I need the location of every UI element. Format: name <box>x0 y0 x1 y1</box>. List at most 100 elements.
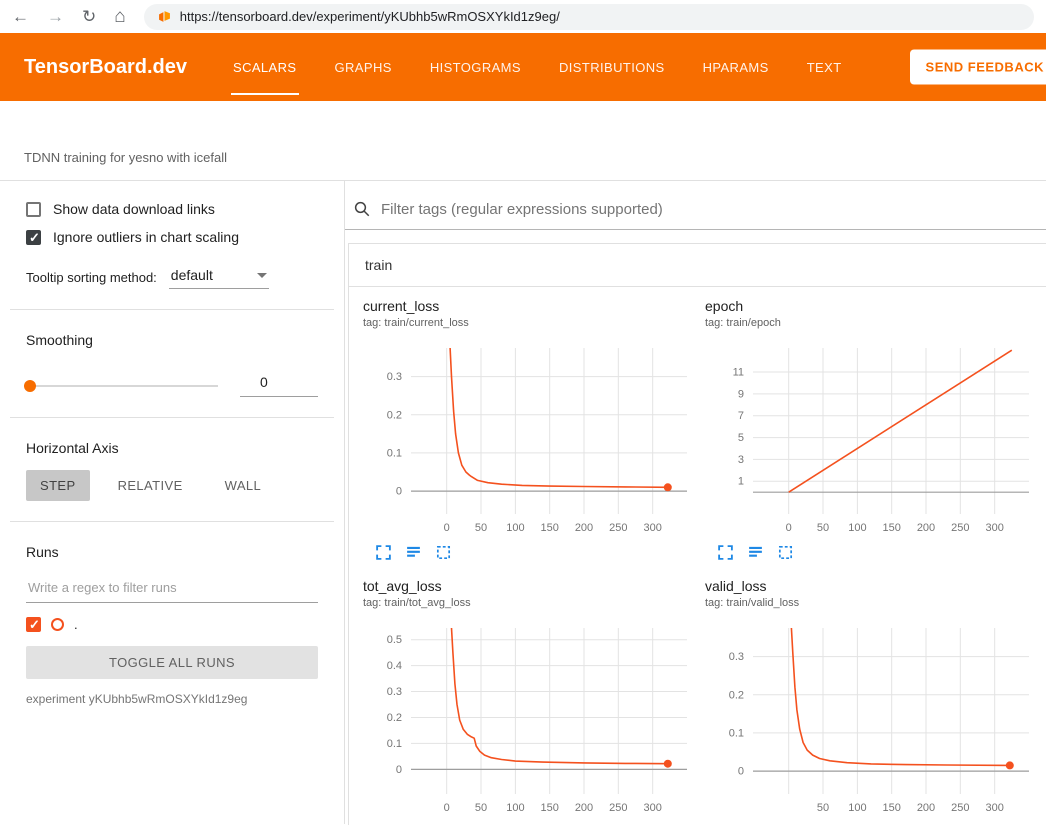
data-table-icon[interactable] <box>405 544 422 561</box>
svg-text:0.2: 0.2 <box>387 712 402 724</box>
browser-toolbar: ← → ↻ ⌂ https://tensorboard.dev/experime… <box>0 0 1046 33</box>
tab-distributions[interactable]: DISTRIBUTIONS <box>559 33 665 101</box>
chart-plot-epoch[interactable]: 1357911050100150200250300 <box>705 340 1046 540</box>
fit-domain-icon[interactable] <box>435 544 452 561</box>
svg-text:50: 50 <box>475 802 487 814</box>
run-name: . <box>74 617 78 632</box>
svg-text:100: 100 <box>848 522 866 534</box>
svg-text:250: 250 <box>951 802 969 814</box>
svg-text:0.3: 0.3 <box>729 651 744 663</box>
svg-text:0.3: 0.3 <box>387 371 402 383</box>
svg-text:0: 0 <box>738 766 744 778</box>
tab-hparams[interactable]: HPARAMS <box>703 33 769 101</box>
svg-text:200: 200 <box>575 802 593 814</box>
svg-text:300: 300 <box>644 802 662 814</box>
reload-icon[interactable]: ↻ <box>82 8 96 25</box>
chart-card-epoch: epochtag: train/epoch1357911050100150200… <box>705 297 1046 561</box>
svg-text:0.3: 0.3 <box>387 686 402 698</box>
toggle-all-runs-button[interactable]: TOGGLE ALL RUNS <box>26 646 318 679</box>
home-icon[interactable]: ⌂ <box>114 7 125 26</box>
run-color-circle-icon[interactable] <box>51 618 64 631</box>
chart-plot-valid_loss[interactable]: 00.10.20.350100150200250300 <box>705 620 1046 820</box>
svg-text:50: 50 <box>817 522 829 534</box>
tooltip-sorting-value: default <box>171 267 213 283</box>
svg-text:0.2: 0.2 <box>387 409 402 421</box>
chart-title: valid_loss <box>705 577 1046 595</box>
chart-title: tot_avg_loss <box>363 577 705 595</box>
ignore-outliers-label: Ignore outliers in chart scaling <box>53 229 239 245</box>
experiment-note: experiment yKUbhb5wRmOSXYkId1z9eg <box>26 692 318 706</box>
app-header: TensorBoard.dev SCALARS GRAPHS HISTOGRAMS D… <box>0 33 1046 101</box>
svg-text:3: 3 <box>738 454 744 466</box>
charts-grid: current_losstag: train/current_loss00.10… <box>349 287 1046 825</box>
svg-text:250: 250 <box>609 522 627 534</box>
chevron-down-icon <box>257 273 267 278</box>
svg-text:0: 0 <box>444 522 450 534</box>
smoothing-slider-thumb[interactable] <box>24 380 36 392</box>
svg-text:0.1: 0.1 <box>387 447 402 459</box>
runs-filter-input[interactable] <box>26 576 318 603</box>
header-tabs: SCALARS GRAPHS HISTOGRAMS DISTRIBUTIONS HPAR… <box>233 33 842 101</box>
horizontal-axis-label: Horizontal Axis <box>26 440 318 456</box>
svg-text:150: 150 <box>541 802 559 814</box>
horizontal-axis-buttons: STEP RELATIVE WALL <box>26 470 318 501</box>
show-download-links-checkbox[interactable] <box>26 202 41 217</box>
address-bar[interactable]: https://tensorboard.dev/experiment/yKUbh… <box>144 4 1034 30</box>
tooltip-sorting-select[interactable]: default <box>169 265 269 289</box>
svg-text:300: 300 <box>986 522 1004 534</box>
svg-text:100: 100 <box>848 802 866 814</box>
svg-text:300: 300 <box>986 802 1004 814</box>
filter-tags-input[interactable] <box>381 201 1046 218</box>
brand-logo[interactable]: TensorBoard.dev <box>24 56 187 79</box>
smoothing-value[interactable]: 0 <box>240 374 318 397</box>
svg-text:50: 50 <box>817 802 829 814</box>
tooltip-sorting-label: Tooltip sorting method: <box>26 270 157 285</box>
chart-card-valid_loss: valid_losstag: train/valid_loss00.10.20.… <box>705 577 1046 825</box>
axis-wall-button[interactable]: WALL <box>211 470 276 501</box>
tab-scalars[interactable]: SCALARS <box>233 33 297 101</box>
chart-plot-tot_avg_loss[interactable]: 00.10.20.30.40.5050100150200250300 <box>363 620 705 820</box>
svg-text:11: 11 <box>733 367 744 379</box>
svg-text:100: 100 <box>506 522 524 534</box>
axis-step-button[interactable]: STEP <box>26 470 90 501</box>
fit-domain-icon[interactable] <box>777 544 794 561</box>
forward-icon[interactable]: → <box>47 8 64 25</box>
svg-text:300: 300 <box>644 522 662 534</box>
run-checkbox[interactable] <box>26 617 41 632</box>
smoothing-label: Smoothing <box>26 332 318 348</box>
subheader: TDNN training for yesno with icefall <box>0 101 1046 181</box>
chart-toolbar <box>705 540 1046 561</box>
tab-histograms[interactable]: HISTOGRAMS <box>430 33 521 101</box>
url-text: https://tensorboard.dev/experiment/yKUbh… <box>180 9 560 24</box>
svg-text:200: 200 <box>917 522 935 534</box>
svg-text:7: 7 <box>738 410 744 422</box>
filter-tags-row <box>345 193 1046 230</box>
divider <box>10 521 334 522</box>
tensorboard-favicon-icon <box>158 10 171 23</box>
divider <box>10 417 334 418</box>
smoothing-slider[interactable] <box>26 385 218 387</box>
chart-plot-current_loss[interactable]: 00.10.20.3050100150200250300 <box>363 340 705 540</box>
chart-tag-subtitle: tag: train/epoch <box>705 317 1046 330</box>
svg-text:9: 9 <box>738 388 744 400</box>
tab-graphs[interactable]: GRAPHS <box>335 33 392 101</box>
svg-text:0: 0 <box>444 802 450 814</box>
data-table-icon[interactable] <box>747 544 764 561</box>
divider <box>10 309 334 310</box>
chart-tag-subtitle: tag: train/tot_avg_loss <box>363 597 705 610</box>
svg-text:250: 250 <box>951 522 969 534</box>
search-icon <box>353 200 371 218</box>
axis-relative-button[interactable]: RELATIVE <box>104 470 197 501</box>
expand-chart-icon[interactable] <box>375 544 392 561</box>
svg-text:0.4: 0.4 <box>387 660 402 672</box>
tab-text[interactable]: TEXT <box>807 33 842 101</box>
expand-chart-icon[interactable] <box>717 544 734 561</box>
tag-group-header[interactable]: train <box>349 244 1046 287</box>
chart-title: current_loss <box>363 297 705 315</box>
send-feedback-button[interactable]: SEND FEEDBACK <box>910 50 1046 85</box>
back-icon[interactable]: ← <box>12 8 29 25</box>
svg-text:200: 200 <box>917 802 935 814</box>
ignore-outliers-checkbox[interactable] <box>26 230 41 245</box>
svg-text:1: 1 <box>738 476 744 488</box>
svg-text:0.5: 0.5 <box>387 634 402 646</box>
